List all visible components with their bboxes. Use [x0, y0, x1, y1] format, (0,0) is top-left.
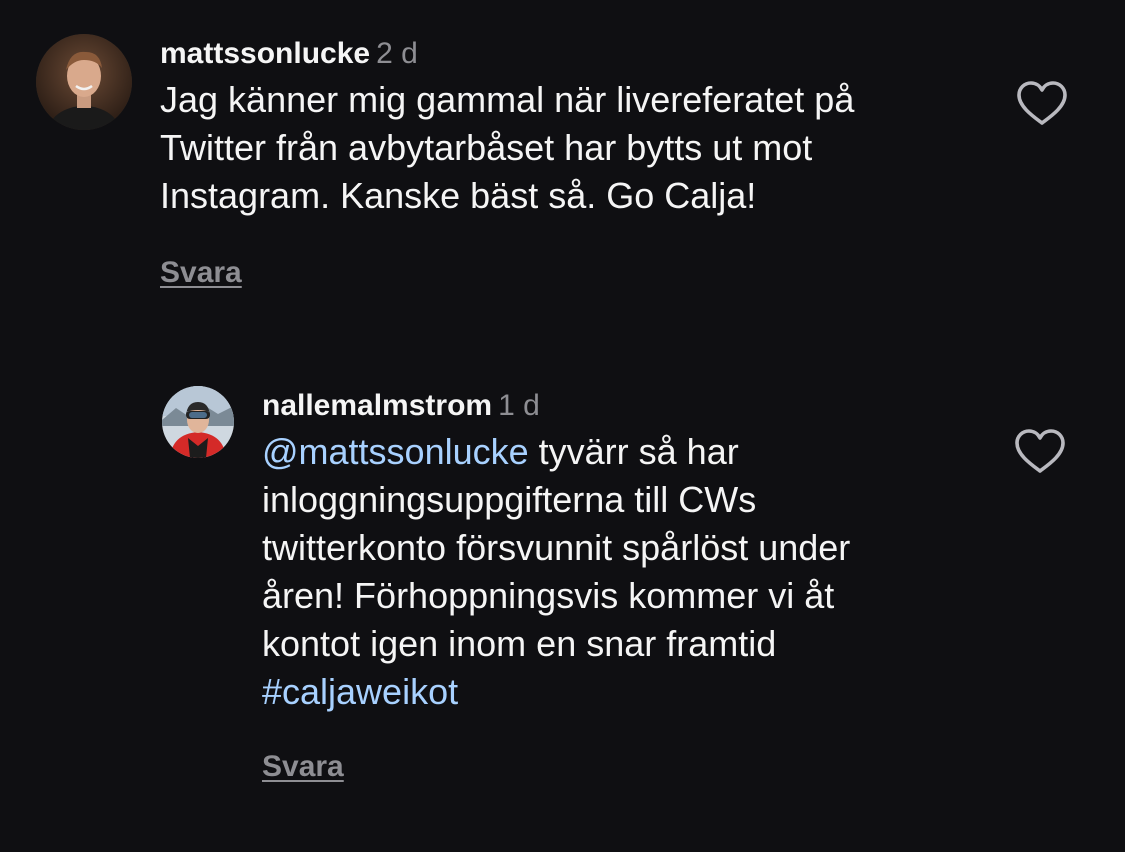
reply-button[interactable]: Svara: [262, 750, 344, 784]
timestamp: 1 d: [498, 389, 540, 422]
username[interactable]: mattssonlucke: [160, 37, 370, 70]
timestamp: 2 d: [376, 37, 418, 70]
hashtag-link[interactable]: #caljaweikot: [262, 671, 458, 712]
avatar[interactable]: [162, 386, 234, 458]
avatar[interactable]: [36, 34, 132, 130]
heart-icon[interactable]: [1014, 428, 1066, 474]
mention-link[interactable]: @mattssonlucke: [262, 431, 529, 472]
heart-icon[interactable]: [1016, 80, 1068, 126]
username[interactable]: nallemalmstrom: [262, 389, 492, 422]
reply-button[interactable]: Svara: [160, 256, 242, 290]
comment-text: Jag känner mig gammal när livereferatet …: [160, 79, 855, 216]
comment-text: @mattssonlucke tyvärr så har inloggnings…: [262, 428, 922, 716]
